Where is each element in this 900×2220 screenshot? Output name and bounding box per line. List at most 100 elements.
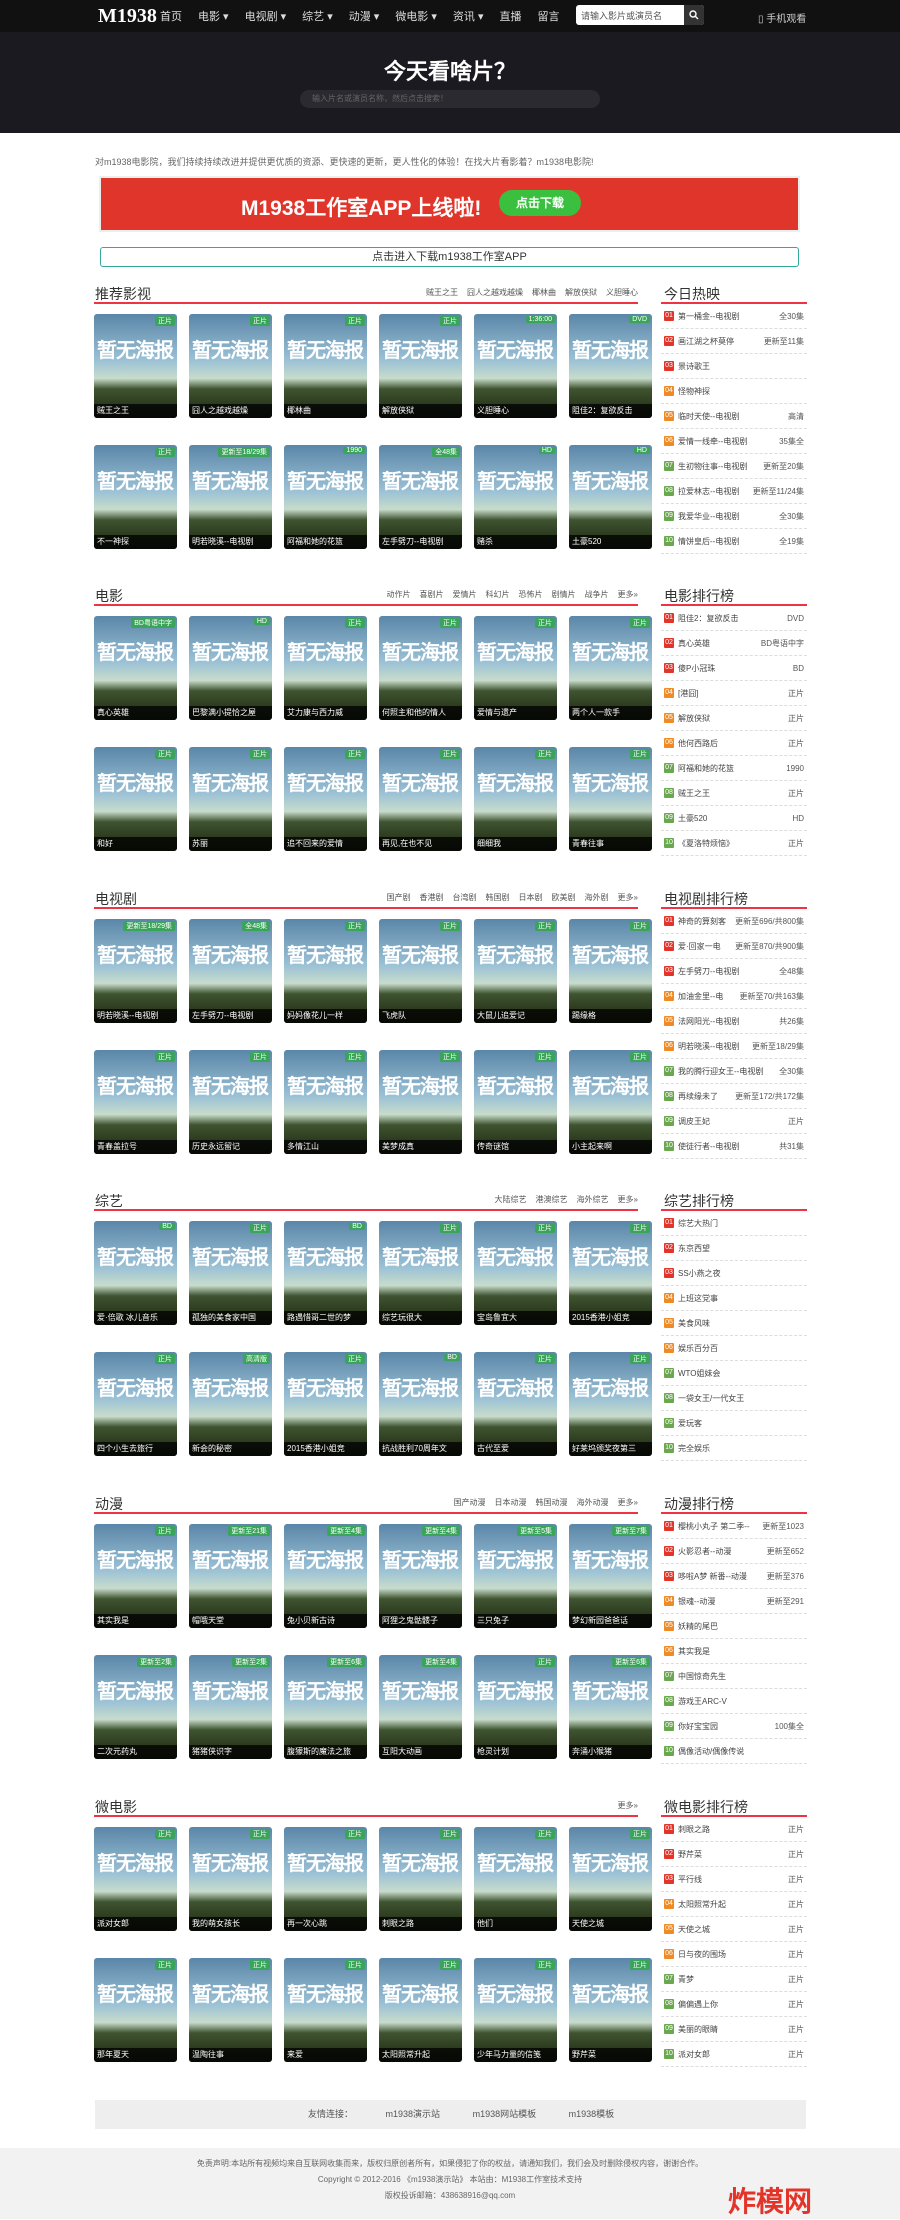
movie-title[interactable]: 他们 xyxy=(474,1917,557,1931)
poster-image[interactable]: 暂无海报 正片 艾力康与西力威 xyxy=(284,616,367,720)
poster-image[interactable]: 暂无海报 DVD 阻佳2：复欲反击 xyxy=(569,314,652,418)
poster-image[interactable]: 暂无海报 正片 枪灵计划 xyxy=(474,1655,557,1759)
poster-image[interactable]: 暂无海报 高清版 新会的秘密 xyxy=(189,1352,272,1456)
movie-title[interactable]: 二次元药丸 xyxy=(94,1745,177,1759)
poster-image[interactable]: 暂无海报 正片 不一神探 xyxy=(94,445,177,549)
poster-image[interactable]: 暂无海报 正片 我的萌女孩长 xyxy=(189,1827,272,1931)
movie-title[interactable]: 枪灵计划 xyxy=(474,1745,557,1759)
category-tag[interactable]: 大陆综艺 xyxy=(495,1195,527,1204)
nav-item[interactable]: 资讯 ▾ xyxy=(453,8,484,24)
rank-item-title[interactable]: 美丽的眼睛 xyxy=(678,2024,718,2035)
poster-image[interactable]: 暂无海报 正片 爱情与遗产 xyxy=(474,616,557,720)
movie-card[interactable]: 暂无海报 正片 美梦成真 xyxy=(379,1050,462,1168)
poster-image[interactable]: 暂无海报 正片 派对女郎 xyxy=(94,1827,177,1931)
poster-image[interactable]: 暂无海报 正片 美梦成真 xyxy=(379,1050,462,1154)
category-tag[interactable]: 港澳综艺 xyxy=(536,1195,568,1204)
category-tag[interactable]: 更多» xyxy=(618,893,638,902)
poster-image[interactable]: 暂无海报 更新至18/29集 明若晓溪--电视剧 xyxy=(94,919,177,1023)
movie-title[interactable]: 义胆睡心 xyxy=(474,404,557,418)
movie-card[interactable]: 暂无海报 正片 好莱坞颁奖夜第三 xyxy=(569,1352,652,1470)
poster-image[interactable]: 暂无海报 全48集 左手劈刀--电视剧 xyxy=(189,919,272,1023)
movie-card[interactable]: 暂无海报 更新至2集 二次元药丸 xyxy=(94,1655,177,1773)
rank-item[interactable]: 07 我的腾行迎女王--电视剧 全30集 xyxy=(661,1059,807,1084)
movie-title[interactable]: 左手劈刀--电视剧 xyxy=(379,535,462,549)
category-tag[interactable]: 日本剧 xyxy=(519,893,543,902)
movie-card[interactable]: 暂无海报 正片 青春往事 xyxy=(569,747,652,865)
nav-item[interactable]: 动漫 ▾ xyxy=(349,8,380,24)
movie-title[interactable]: 奔涌小猴猪 xyxy=(569,1745,652,1759)
poster-image[interactable]: 暂无海报 正片 其实我是 xyxy=(94,1524,177,1628)
movie-title[interactable]: 真心英雄 xyxy=(94,706,177,720)
poster-image[interactable]: 暂无海报 1990 阿福和她的花篮 xyxy=(284,445,367,549)
category-tag[interactable]: 恐怖片 xyxy=(519,590,543,599)
rank-item[interactable]: 01 神奇的算刻客 更新至696/共800集 xyxy=(661,909,807,934)
hero-search-input[interactable]: 输入片名或演员名称，然后点击搜索！ xyxy=(300,90,600,108)
rank-item-title[interactable]: 阿福和她的花篮 xyxy=(678,763,734,774)
movie-card[interactable]: 暂无海报 正片 太阳照常升起 xyxy=(379,1958,462,2076)
movie-title[interactable]: 解放侠狱 xyxy=(379,404,462,418)
category-tag[interactable]: 欧美剧 xyxy=(552,893,576,902)
rank-item[interactable]: 07 阿福和她的花篮 1990 xyxy=(661,756,807,781)
rank-item-title[interactable]: 上班这党事 xyxy=(678,1293,718,1304)
rank-item-title[interactable]: 爱·回家一电 xyxy=(678,941,721,952)
search-icon[interactable] xyxy=(684,5,704,25)
category-tag[interactable]: 更多» xyxy=(618,1498,638,1507)
movie-title[interactable]: 赌杀 xyxy=(474,535,557,549)
category-tag[interactable]: 动作片 xyxy=(387,590,411,599)
movie-card[interactable]: 暂无海报 正片 2015香港小姐竞 xyxy=(569,1221,652,1339)
poster-image[interactable]: 暂无海报 正片 青春往事 xyxy=(569,747,652,851)
category-tag[interactable]: 海外动漫 xyxy=(577,1498,609,1507)
movie-title[interactable]: 古代至爱 xyxy=(474,1442,557,1456)
nav-search-input[interactable]: 请输入影片或演员名 xyxy=(576,5,704,25)
movie-title[interactable]: 飞虎队 xyxy=(379,1009,462,1023)
rank-item[interactable]: 06 明若晓溪--电视剧 更新至18/29集 xyxy=(661,1034,807,1059)
category-tag[interactable]: 日本动漫 xyxy=(495,1498,527,1507)
rank-item-title[interactable]: 我爱华业--电视剧 xyxy=(678,511,739,522)
poster-image[interactable]: 暂无海报 更新至7集 梦幻新园爸爸话 xyxy=(569,1524,652,1628)
movie-title[interactable]: 细细我 xyxy=(474,837,557,851)
rank-item[interactable]: 03 SS小燕之夜 xyxy=(661,1261,807,1286)
movie-title[interactable]: 左手劈刀--电视剧 xyxy=(189,1009,272,1023)
movie-title[interactable]: 阻佳2：复欲反击 xyxy=(569,404,652,418)
movie-title[interactable]: 新会的秘密 xyxy=(189,1442,272,1456)
rank-item-title[interactable]: 银魂--动漫 xyxy=(678,1596,715,1607)
movie-card[interactable]: 暂无海报 更新至4集 兔小贝新古诗 xyxy=(284,1524,367,1642)
movie-title[interactable]: 2015香港小姐竞 xyxy=(569,1311,652,1325)
rank-item[interactable]: 03 平行线 正片 xyxy=(661,1867,807,1892)
movie-card[interactable]: 暂无海报 正片 天使之城 xyxy=(569,1827,652,1945)
rank-item[interactable]: 04 加油金里--电 更新至70/共163集 xyxy=(661,984,807,1009)
rank-item[interactable]: 10 派对女郎 正片 xyxy=(661,2042,807,2067)
poster-image[interactable]: 暂无海报 BD 爱·倍歌 冰儿音乐 xyxy=(94,1221,177,1325)
movie-title[interactable]: 明若晓溪--电视剧 xyxy=(94,1009,177,1023)
movie-card[interactable]: 暂无海报 更新至6集 奔涌小猴猪 xyxy=(569,1655,652,1773)
movie-card[interactable]: 暂无海报 正片 何照主和他的情人 xyxy=(379,616,462,734)
rank-item-title[interactable]: 哆啦A梦 新番--动漫 xyxy=(678,1571,747,1582)
poster-image[interactable]: 暂无海报 正片 孤独的美食家中国 xyxy=(189,1221,272,1325)
rank-item[interactable]: 04 银魂--动漫 更新至291 xyxy=(661,1589,807,1614)
rank-item-title[interactable]: 神奇的算刻客 xyxy=(678,916,726,927)
movie-title[interactable]: 苏丽 xyxy=(189,837,272,851)
nav-item[interactable]: 留言 xyxy=(537,8,559,24)
movie-title[interactable]: 再见,在也不见 xyxy=(379,837,462,851)
category-tag[interactable]: 台湾剧 xyxy=(453,893,477,902)
rank-item[interactable]: 03 左手劈刀--电视剧 全48集 xyxy=(661,959,807,984)
movie-card[interactable]: 暂无海报 HD 土豪520 xyxy=(569,445,652,563)
category-tag[interactable]: 科幻片 xyxy=(486,590,510,599)
movie-title[interactable]: 综艺玩很大 xyxy=(379,1311,462,1325)
poster-image[interactable]: 暂无海报 正片 大鼠儿追爱记 xyxy=(474,919,557,1023)
rank-item-title[interactable]: 刺眼之路 xyxy=(678,1824,710,1835)
movie-card[interactable]: 暂无海报 正片 野芹菜 xyxy=(569,1958,652,2076)
poster-image[interactable]: 暂无海报 正片 何照主和他的情人 xyxy=(379,616,462,720)
poster-image[interactable]: 暂无海报 正片 苏丽 xyxy=(189,747,272,851)
movie-title[interactable]: 妈妈像花儿一样 xyxy=(284,1009,367,1023)
movie-title[interactable]: 四个小生去旅行 xyxy=(94,1442,177,1456)
movie-title[interactable]: 追不回来的爱情 xyxy=(284,837,367,851)
poster-image[interactable]: 暂无海报 正片 刺眼之路 xyxy=(379,1827,462,1931)
rank-item[interactable]: 10 偶像活动/偶像传说 xyxy=(661,1739,807,1764)
movie-title[interactable]: 爱·倍歌 冰儿音乐 xyxy=(94,1311,177,1325)
movie-title[interactable]: 那年夏天 xyxy=(94,2048,177,2062)
movie-title[interactable]: 大鼠儿追爱记 xyxy=(474,1009,557,1023)
rank-item[interactable]: 08 偏偏遇上你 正片 xyxy=(661,1992,807,2017)
rank-item-title[interactable]: 临时天使--电视剧 xyxy=(678,411,739,422)
movie-title[interactable]: 小主起来啊 xyxy=(569,1140,652,1154)
